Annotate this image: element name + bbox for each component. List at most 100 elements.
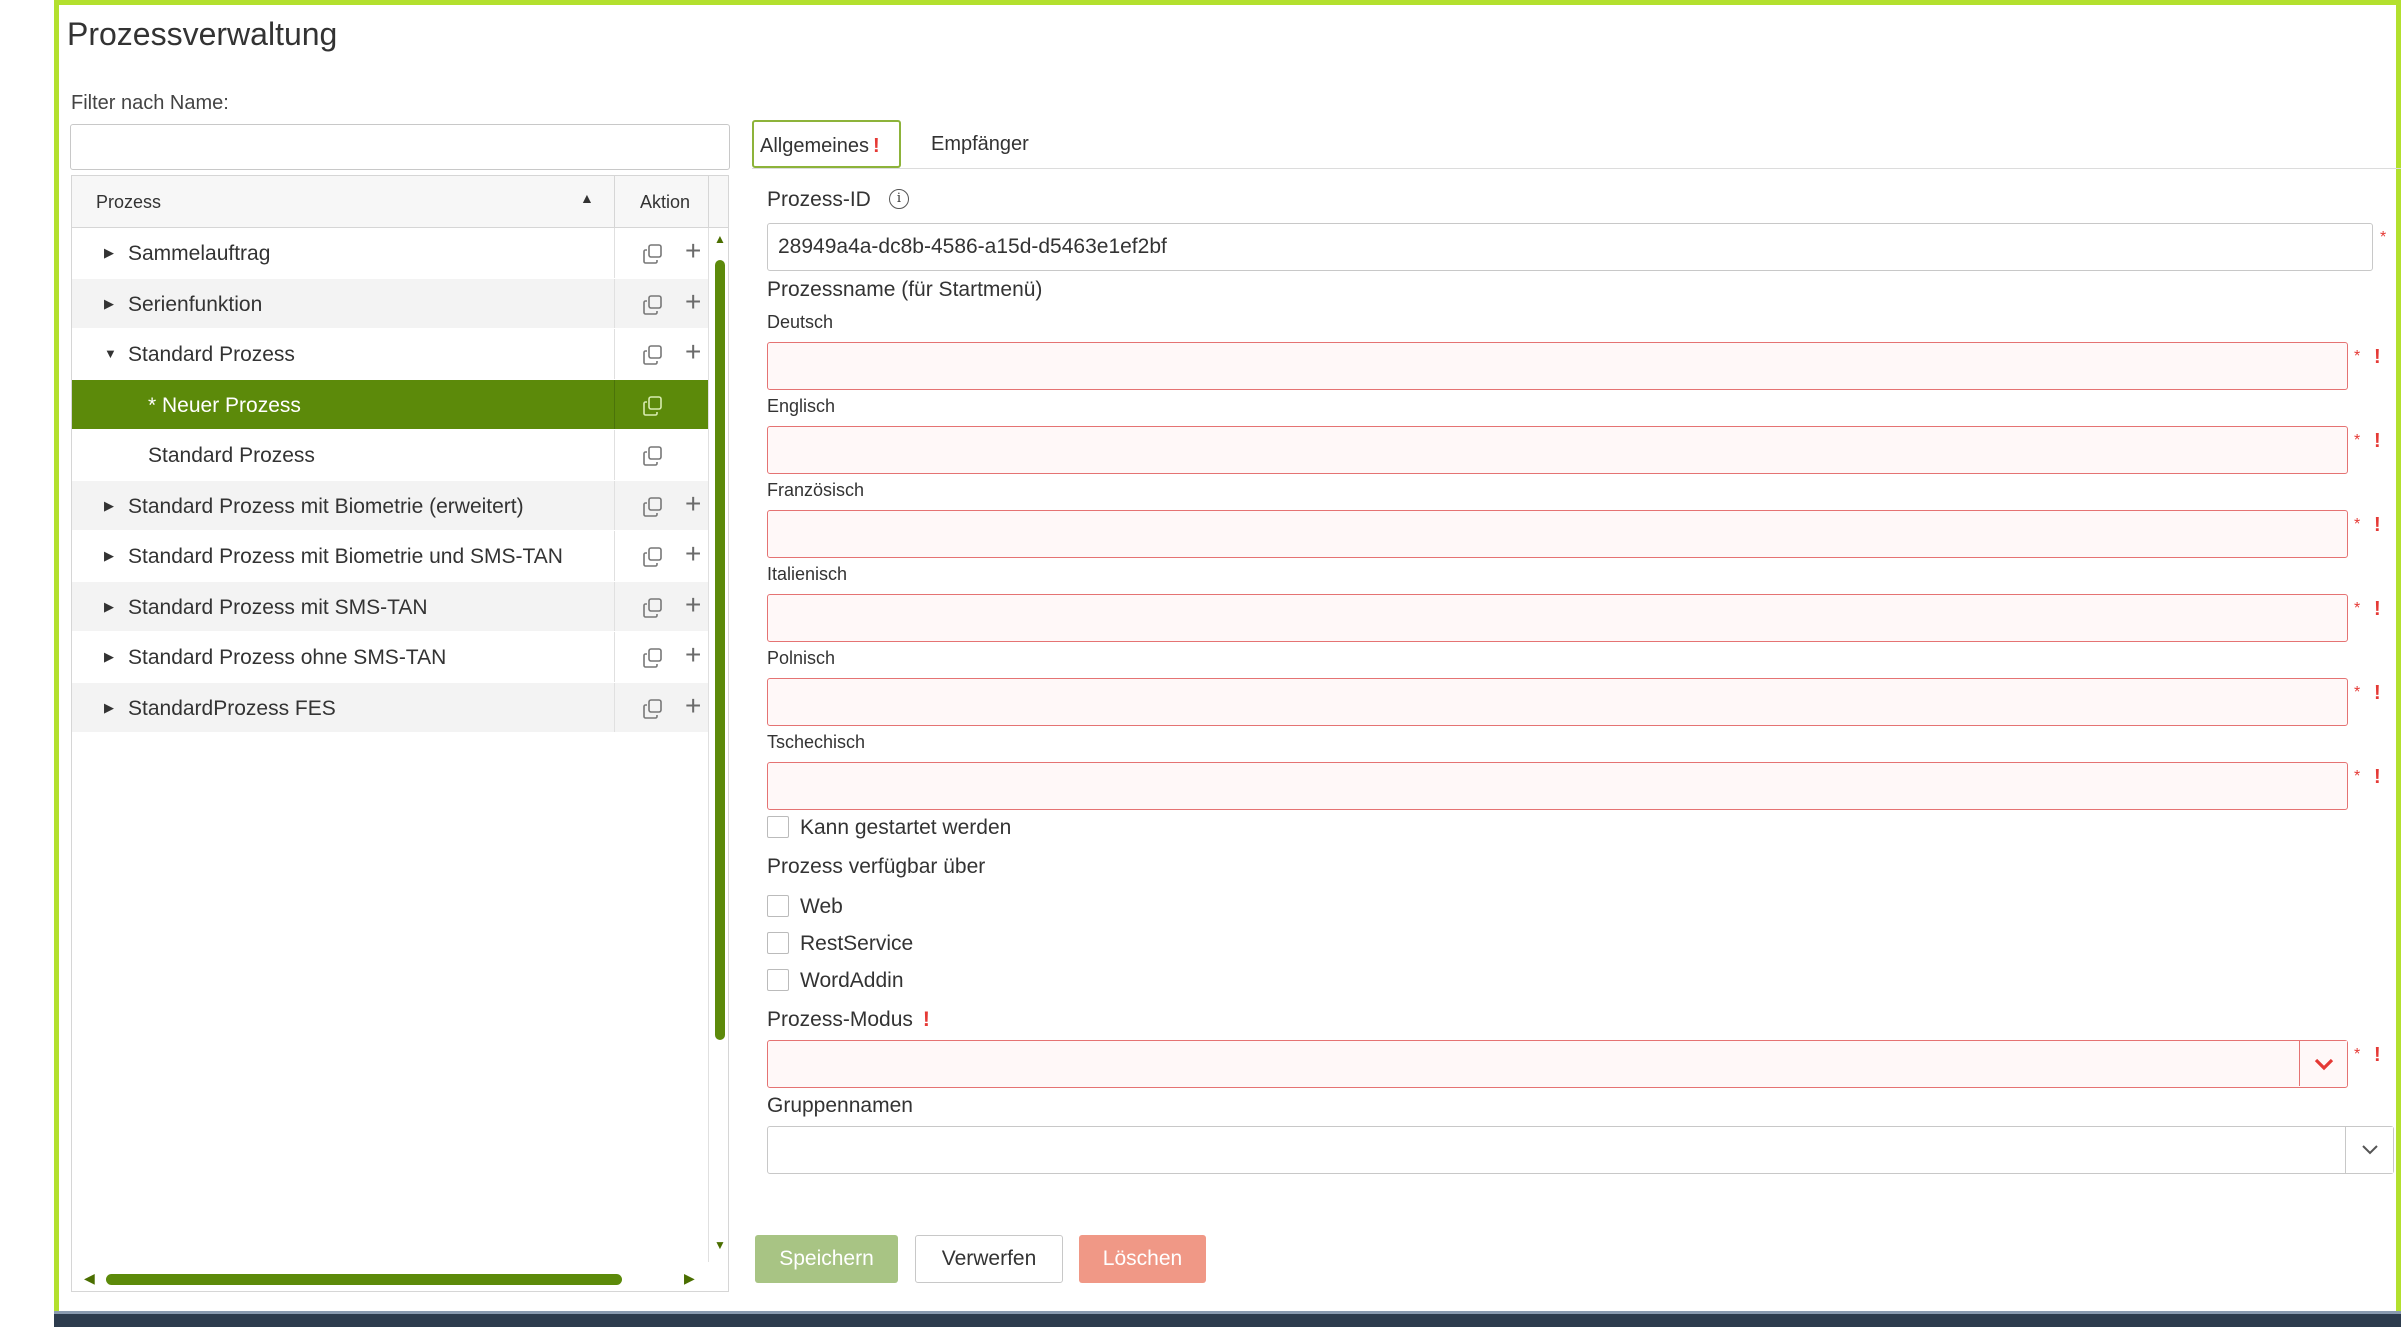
- required-marker: *: [2354, 768, 2361, 785]
- copy-icon[interactable]: [642, 395, 664, 417]
- add-icon[interactable]: +: [685, 590, 701, 619]
- error-marker: !: [872, 135, 880, 157]
- process-id-field[interactable]: [767, 223, 2373, 271]
- column-divider: [614, 176, 615, 228]
- process-name-field[interactable]: [767, 762, 2348, 810]
- tree-row-label: StandardProzess FES: [128, 696, 336, 720]
- add-icon[interactable]: +: [685, 641, 701, 669]
- info-icon[interactable]: i: [889, 189, 909, 209]
- copy-icon[interactable]: [642, 243, 664, 265]
- save-button[interactable]: Speichern: [755, 1235, 898, 1283]
- filter-label: Filter nach Name:: [71, 92, 229, 114]
- caret-right-icon[interactable]: ▶: [104, 245, 114, 261]
- vertical-scrollbar[interactable]: ▲ ▼: [708, 228, 728, 1262]
- column-header-process[interactable]: Prozess: [96, 192, 161, 213]
- add-icon[interactable]: +: [685, 287, 701, 316]
- tree-row[interactable]: Standard Prozess: [72, 430, 708, 481]
- tab-general[interactable]: Allgemeines!: [752, 120, 901, 168]
- channel-checkbox[interactable]: [767, 932, 789, 954]
- copy-icon[interactable]: [642, 294, 664, 316]
- copy-icon[interactable]: [642, 647, 664, 669]
- process-name-field[interactable]: [767, 426, 2348, 474]
- channel-label: Web: [800, 895, 843, 918]
- caret-right-icon[interactable]: ▶: [104, 649, 114, 665]
- tree-header: Prozess ▲ Aktion: [72, 176, 728, 228]
- process-name-field[interactable]: [767, 594, 2348, 642]
- tab-recipients[interactable]: Empfänger: [931, 133, 1029, 156]
- scrollbar-thumb[interactable]: [106, 1274, 622, 1285]
- tree-row[interactable]: ▼ Standard Prozess +: [72, 329, 708, 380]
- scroll-right-icon[interactable]: ▶: [684, 1270, 695, 1287]
- channel-checkbox[interactable]: [767, 895, 789, 917]
- add-icon[interactable]: +: [685, 237, 701, 265]
- copy-icon[interactable]: [642, 597, 664, 619]
- channel-label: WordAddin: [800, 969, 904, 992]
- tree-row[interactable]: ▶ Serienfunktion +: [72, 278, 708, 329]
- can-start-checkbox[interactable]: [767, 816, 789, 838]
- add-icon[interactable]: +: [685, 540, 701, 568]
- process-name-label: Prozessname (für Startmenü): [767, 278, 1043, 301]
- tree-row-label: Standard Prozess: [148, 444, 315, 467]
- scrollbar-thumb[interactable]: [715, 260, 725, 1040]
- copy-icon[interactable]: [642, 445, 664, 467]
- horizontal-scrollbar[interactable]: ◀ ▶: [72, 1266, 708, 1291]
- cell-divider: [614, 682, 615, 732]
- language-label: Polnisch: [767, 648, 836, 668]
- error-marker: !: [2374, 1044, 2381, 1066]
- tree-row[interactable]: ▶ Standard Prozess mit Biometrie und SMS-…: [72, 531, 708, 582]
- add-icon[interactable]: +: [685, 691, 701, 720]
- filter-input[interactable]: [70, 124, 730, 170]
- add-icon[interactable]: +: [685, 489, 701, 518]
- tree-row[interactable]: ▶ Standard Prozess mit SMS-TAN +: [72, 581, 708, 632]
- process-name-field[interactable]: [767, 678, 2348, 726]
- tree-row[interactable]: ▶ StandardProzess FES +: [72, 682, 708, 733]
- required-marker: *: [2354, 600, 2361, 617]
- cell-divider: [614, 531, 615, 581]
- cell-divider: [614, 581, 615, 631]
- caret-right-icon[interactable]: ▶: [104, 700, 114, 716]
- copy-icon[interactable]: [642, 496, 664, 518]
- tree-row[interactable]: * Neuer Prozess: [72, 379, 708, 430]
- tab-general-label: Allgemeines: [760, 135, 869, 157]
- dropdown-button[interactable]: [2299, 1041, 2347, 1086]
- copy-icon[interactable]: [642, 344, 664, 366]
- error-marker: !: [2374, 598, 2381, 620]
- tree-row[interactable]: ▶ Sammelauftrag +: [72, 228, 708, 279]
- tree-row-label: Standard Prozess mit Biometrie und SMS-T…: [128, 545, 563, 568]
- language-label: Deutsch: [767, 312, 834, 332]
- process-name-field[interactable]: [767, 342, 2348, 390]
- can-start-label: Kann gestartet werden: [800, 816, 1012, 839]
- caret-right-icon[interactable]: ▶: [104, 498, 114, 514]
- scroll-left-icon[interactable]: ◀: [84, 1270, 95, 1287]
- add-icon[interactable]: +: [685, 338, 701, 366]
- channel-checkbox[interactable]: [767, 969, 789, 991]
- required-marker: *: [2380, 229, 2387, 246]
- required-marker: *: [2354, 516, 2361, 533]
- process-name-field[interactable]: [767, 510, 2348, 558]
- scroll-up-icon[interactable]: ▲: [714, 232, 726, 246]
- cell-divider: [614, 228, 615, 278]
- tree-row[interactable]: ▶ Standard Prozess ohne SMS-TAN +: [72, 632, 708, 683]
- error-marker: !: [2374, 430, 2381, 452]
- caret-down-icon[interactable]: ▼: [104, 346, 117, 361]
- sort-asc-icon[interactable]: ▲: [580, 190, 594, 206]
- tree-row-label: Standard Prozess mit Biometrie (erweiter…: [128, 494, 524, 518]
- group-select[interactable]: [767, 1126, 2394, 1174]
- tree-row-label: Serienfunktion: [128, 292, 263, 316]
- language-label: Französisch: [767, 480, 865, 500]
- tree-row[interactable]: ▶ Standard Prozess mit Biometrie (erweite…: [72, 480, 708, 531]
- copy-icon[interactable]: [642, 546, 664, 568]
- delete-button[interactable]: Löschen: [1079, 1235, 1206, 1283]
- scroll-down-icon[interactable]: ▼: [714, 1238, 726, 1252]
- dropdown-button[interactable]: [2345, 1127, 2393, 1173]
- error-marker: !: [2374, 682, 2381, 704]
- mode-select[interactable]: [767, 1040, 2348, 1088]
- caret-right-icon[interactable]: ▶: [104, 548, 114, 564]
- caret-right-icon[interactable]: ▶: [104, 296, 114, 312]
- caret-right-icon[interactable]: ▶: [104, 599, 114, 615]
- copy-icon[interactable]: [642, 698, 664, 720]
- discard-button[interactable]: Verwerfen: [915, 1235, 1063, 1283]
- taskbar-strip: [54, 1311, 2401, 1327]
- process-id-label: Prozess-ID: [767, 188, 871, 211]
- language-label: Tschechisch: [767, 732, 866, 752]
